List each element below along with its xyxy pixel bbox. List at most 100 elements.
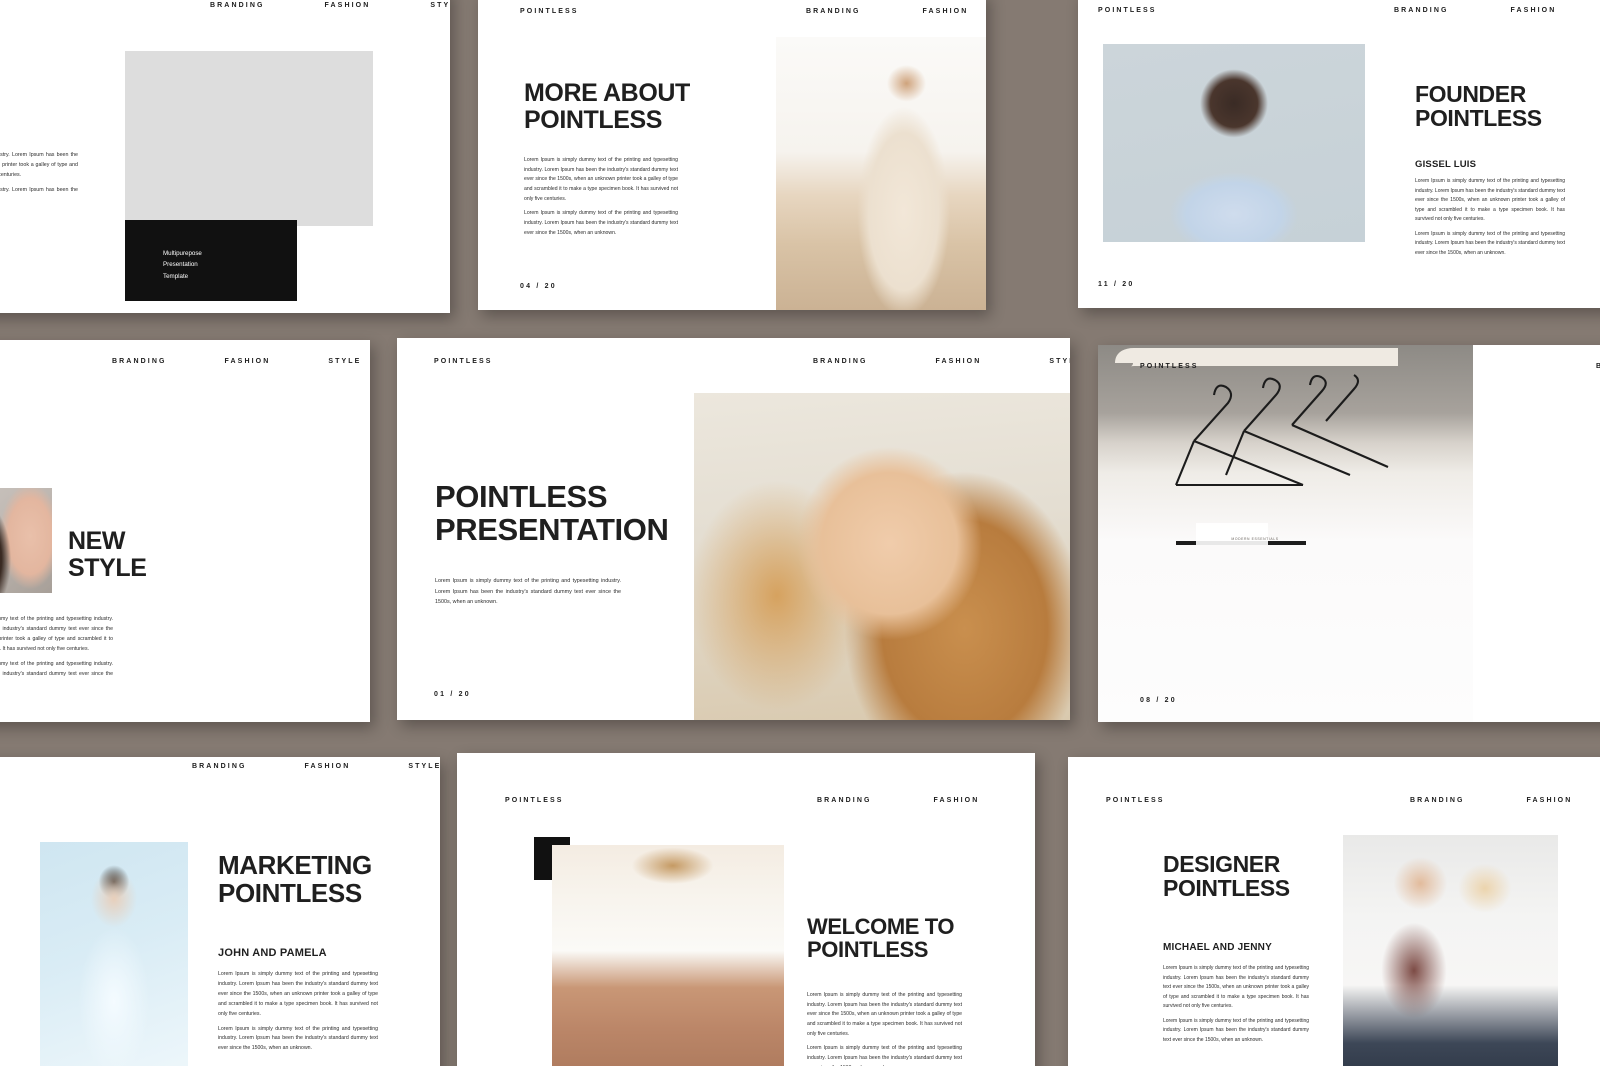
slide-marketing[interactable]: BRANDING FASHION STYLE MARKETING POINTLE… — [0, 757, 440, 1066]
slide-title-line1: MARKETING — [218, 850, 372, 880]
body-paragraph-1: Lorem Ipsum is simply dummy text of the … — [0, 616, 113, 652]
slide-nav: BRANDING FASHION STYLE — [806, 8, 986, 15]
slide-nav: BRANDING — [1596, 363, 1600, 370]
slide-nav: BRANDING FASHION STYLE — [1394, 7, 1600, 14]
slide-body: Lorem Ipsum is simply dummy text of the … — [1163, 964, 1309, 1045]
slide-new-style[interactable]: BRANDING FASHION STYLE NEW STYLE Lorem I… — [0, 340, 370, 722]
slide-title: NEW STYLE — [68, 528, 298, 581]
slide-title-line1: MORE ABOUT — [524, 79, 690, 107]
slide-title-line2: POINTLESS — [1415, 105, 1542, 132]
hero-photo-designer-couple — [1343, 835, 1558, 1066]
nav-item-branding[interactable]: BRANDING — [112, 358, 167, 365]
body-paragraph-2: Lorem Ipsum is simply dummy text of the … — [1163, 1017, 1309, 1043]
slide-title-line2: STYLE — [68, 553, 147, 582]
slide-nav: BRANDING FASHION STYLE — [112, 358, 361, 365]
body-paragraph-2: Lorem Ipsum is simply dummy text of the … — [807, 1045, 962, 1066]
slide-brand[interactable]: POINTLESS — [434, 358, 493, 365]
nav-item-branding[interactable]: BRANDING — [1596, 363, 1600, 370]
nav-item-fashion[interactable]: FASHION — [936, 358, 982, 365]
slide-subtitle: JOHN AND PAMELA — [218, 947, 327, 959]
body-paragraph-1: Lorem Ipsum is simply dummy text of the … — [524, 157, 678, 202]
nav-item-branding[interactable]: BRANDING — [813, 358, 868, 365]
nav-item-style[interactable]: STYLE — [1049, 358, 1070, 365]
hanger-illustration — [1115, 348, 1398, 545]
caption-block: Multipurepose Presentation Template — [125, 220, 297, 301]
body-paragraph-1: Lorem Ipsum is simply dummy text of the … — [1415, 178, 1565, 222]
slide-brand[interactable]: POINTLESS — [520, 8, 579, 15]
slide-more-about[interactable]: POINTLESS BRANDING FASHION STYLE MORE AB… — [478, 0, 986, 310]
hero-photo-woman-white-top — [552, 845, 784, 1066]
nav-item-branding[interactable]: BRANDING — [210, 2, 265, 9]
slide-pointless-presentation[interactable]: POINTLESS BRANDING FASHION STYLE POINTLE… — [397, 338, 1070, 720]
slide-title-line1: FOUNDER — [1415, 81, 1526, 107]
hero-photo-model-lace — [40, 842, 188, 1066]
nav-item-fashion[interactable]: FASHION — [1527, 797, 1573, 804]
slide-title-line2: IS COMING! — [0, 105, 92, 134]
nav-item-fashion[interactable]: FASHION — [225, 358, 271, 365]
slide-title-line1: DESIGNER — [1163, 851, 1280, 877]
nav-item-fashion[interactable]: FASHION — [1511, 7, 1557, 14]
nav-item-fashion[interactable]: FASHION — [934, 797, 980, 804]
slide-page-number: 08 / 20 — [1140, 697, 1177, 704]
slide-grid: BRANDING FASHION STYLE FLASH SALE IS COM… — [0, 0, 1600, 1066]
slide-subtitle: MICHAEL AND JENNY — [1163, 942, 1272, 953]
slide-nav: BRANDING FASHION STYLE — [210, 2, 450, 9]
slide-title: FLASH SALE IS COMING! — [0, 76, 92, 133]
slide-brand[interactable]: POINTLESS — [1140, 363, 1199, 370]
slide-welcome[interactable]: POINTLESS BRANDING FASHION STYLE WELCOME… — [457, 753, 1035, 1066]
body-paragraph-1: Lorem Ipsum is simply dummy text of the … — [435, 578, 621, 606]
caption-line-3: Template — [163, 272, 189, 280]
slide-page-number: 04 / 20 — [520, 283, 557, 290]
nav-item-branding[interactable]: BRANDING — [817, 797, 872, 804]
slide-nav: BRANDING FASHION STYLE — [1410, 797, 1600, 804]
slide-title-line2: POINTLESS — [807, 937, 929, 963]
body-paragraph-2: Lorem Ipsum is simply dummy text of the … — [0, 186, 78, 193]
nav-item-branding[interactable]: BRANDING — [806, 8, 861, 15]
hero-photo-blonde-woman — [694, 393, 1070, 720]
slide-body: Lorem Ipsum is simply dummy text of the … — [0, 151, 78, 205]
slide-body: Lorem Ipsum is simply dummy text of the … — [0, 615, 113, 689]
nav-item-style[interactable]: STYLE — [408, 763, 440, 770]
body-paragraph-1: Lorem Ipsum is simply dummy text of the … — [1163, 965, 1309, 1009]
body-paragraph-2: Lorem Ipsum is simply dummy text of the … — [1415, 230, 1565, 256]
nav-item-branding[interactable]: BRANDING — [1394, 7, 1449, 14]
body-paragraph-1: Lorem Ipsum is simply dummy text of the … — [807, 992, 962, 1037]
nav-item-style[interactable]: STYLE — [328, 358, 361, 365]
slide-page-number: 01 / 20 — [434, 691, 471, 698]
slide-brand[interactable]: POINTLESS — [1106, 797, 1165, 804]
slide-nav: BRANDING FASHION STYLE — [817, 797, 1035, 804]
slide-new-arrival[interactable]: POINTLESS BRANDING MODERN ESSENTIALS NEW… — [1098, 345, 1600, 722]
slide-body: Lorem Ipsum is simply dummy text of the … — [524, 156, 678, 238]
slide-body: Lorem Ipsum is simply dummy text of the … — [807, 991, 962, 1066]
slide-page-number: 11 / 20 — [1098, 281, 1135, 288]
slide-body: Lorem Ipsum is simply dummy text of the … — [435, 576, 621, 608]
body-paragraph-1: Lorem Ipsum is simply dummy text of the … — [218, 971, 378, 1017]
body-paragraph-2: Lorem Ipsum is simply dummy text of the … — [524, 210, 678, 236]
slide-founder[interactable]: POINTLESS BRANDING FASHION STYLE FOUNDER… — [1078, 0, 1600, 308]
slide-title: DESIGNER POINTLESS — [1163, 852, 1373, 901]
slide-title-line2: POINTLESS — [1163, 875, 1290, 902]
nav-item-style[interactable]: STYLE — [430, 2, 450, 9]
slide-title: MARKETING POINTLESS — [218, 850, 440, 907]
slide-body: Lorem Ipsum is simply dummy text of the … — [218, 970, 378, 1054]
hero-photo-woman-in-dress — [776, 37, 986, 310]
nav-item-fashion[interactable]: FASHION — [923, 8, 969, 15]
shirt-brand-label: MODERN ESSENTIALS — [1231, 537, 1279, 541]
slide-title: MORE ABOUT POINTLESS — [524, 80, 804, 133]
nav-item-branding[interactable]: BRANDING — [1410, 797, 1465, 804]
body-paragraph-2: Lorem Ipsum is simply dummy text of the … — [0, 660, 113, 677]
nav-item-branding[interactable]: BRANDING — [192, 763, 247, 770]
slide-title-line2: POINTLESS — [524, 105, 663, 134]
nav-item-fashion[interactable]: FASHION — [325, 2, 371, 9]
slide-title: FOUNDER POINTLESS — [1415, 82, 1600, 131]
caption-line-2: Presentation — [163, 261, 198, 269]
body-paragraph-2: Lorem Ipsum is simply dummy text of the … — [218, 1025, 378, 1052]
slide-brand[interactable]: POINTLESS — [1098, 7, 1157, 14]
nav-item-fashion[interactable]: FASHION — [305, 763, 351, 770]
slide-brand[interactable]: POINTLESS — [505, 797, 564, 804]
slide-designer[interactable]: POINTLESS BRANDING FASHION STYLE DESIGNE… — [1068, 757, 1600, 1066]
slide-title-line1: FLASH SALE — [0, 76, 92, 105]
body-paragraph-1: Lorem Ipsum is simply dummy text of the … — [0, 152, 78, 178]
slide-flash-sale[interactable]: BRANDING FASHION STYLE FLASH SALE IS COM… — [0, 0, 450, 313]
slide-nav: BRANDING FASHION STYLE — [192, 763, 440, 770]
